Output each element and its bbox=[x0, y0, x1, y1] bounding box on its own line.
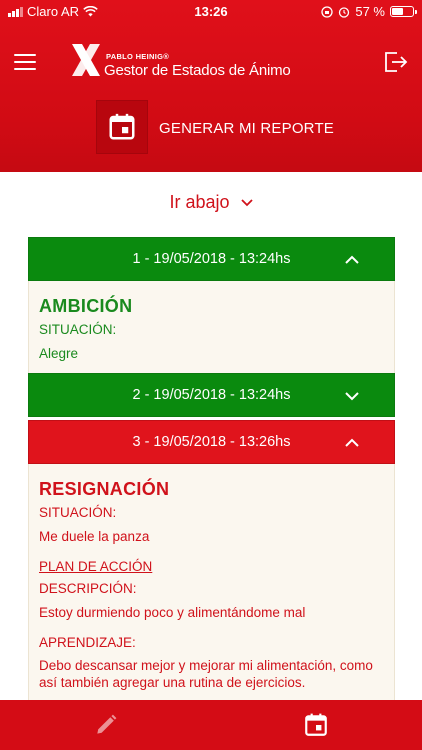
pencil-icon[interactable] bbox=[93, 712, 119, 738]
calendar-icon bbox=[109, 113, 135, 140]
description-value: Estoy durmiendo poco y alimentándome mal bbox=[39, 605, 306, 620]
situation-value: Alegre bbox=[39, 346, 79, 361]
situation-value: Me duele la panza bbox=[39, 529, 150, 544]
brand-name: PABLO HEINIG® bbox=[106, 52, 170, 61]
scroll-down-link[interactable]: Ir abajo bbox=[0, 192, 422, 213]
hamburger-icon[interactable] bbox=[14, 54, 36, 70]
chevron-down-icon bbox=[240, 199, 253, 207]
emotion-title: RESIGNACIÓN bbox=[39, 479, 170, 499]
situation-label: SITUACIÓN: bbox=[39, 322, 117, 337]
status-right: 57 % bbox=[321, 4, 417, 19]
chevron-up-icon[interactable] bbox=[344, 435, 360, 451]
logout-icon[interactable] bbox=[384, 52, 408, 72]
chevron-down-icon[interactable] bbox=[344, 388, 360, 404]
rotation-lock-icon bbox=[321, 5, 334, 18]
action-plan-label: PLAN DE ACCIÓN bbox=[39, 559, 153, 574]
entry-body-3: RESIGNACIÓN SITUACIÓN: Me duele la panza… bbox=[28, 464, 395, 700]
alarm-icon bbox=[339, 6, 350, 18]
entry-header-2[interactable]: 2 - 19/05/2018 - 13:24hs bbox=[28, 373, 395, 417]
entry-body-1: AMBICIÓN SITUACIÓN: Alegre bbox=[28, 281, 395, 373]
description-label: DESCRIPCIÓN: bbox=[39, 581, 137, 596]
battery-fill bbox=[392, 8, 404, 15]
entry-header-label: 2 - 19/05/2018 - 13:24hs bbox=[132, 387, 291, 403]
mood-entries-list[interactable]: Ir abajo 1 - 19/05/2018 - 13:24hs AMBICI… bbox=[0, 172, 422, 700]
entry-header-1[interactable]: 1 - 19/05/2018 - 13:24hs bbox=[28, 237, 395, 281]
entry-header-label: 1 - 19/05/2018 - 13:24hs bbox=[132, 251, 291, 267]
emotion-title: AMBICIÓN bbox=[39, 296, 133, 316]
scroll-down-label: Ir abajo bbox=[169, 192, 230, 212]
situation-label: SITUACIÓN: bbox=[39, 505, 117, 520]
battery-percent: 57 % bbox=[355, 4, 385, 19]
app-title: Gestor de Estados de Ánimo bbox=[104, 62, 291, 79]
generate-report-button[interactable] bbox=[96, 100, 148, 154]
bottom-tab-bar bbox=[0, 700, 422, 750]
generate-report-label[interactable]: GENERAR MI REPORTE bbox=[159, 120, 334, 137]
app-header: Claro AR 13:26 57 % PABLO HEINIG® Gestor… bbox=[0, 0, 422, 172]
chevron-up-icon[interactable] bbox=[344, 252, 360, 268]
entry-header-label: 3 - 19/05/2018 - 13:26hs bbox=[132, 434, 291, 450]
battery-icon bbox=[390, 6, 417, 17]
status-bar: Claro AR 13:26 57 % bbox=[0, 0, 422, 22]
learning-label: APRENDIZAJE: bbox=[39, 635, 136, 650]
learning-value: Debo descansar mejor y mejorar mi alimen… bbox=[39, 658, 373, 690]
logo-x-icon bbox=[72, 44, 100, 76]
calendar-icon[interactable] bbox=[303, 712, 329, 738]
entry-header-3[interactable]: 3 - 19/05/2018 - 13:26hs bbox=[28, 420, 395, 464]
